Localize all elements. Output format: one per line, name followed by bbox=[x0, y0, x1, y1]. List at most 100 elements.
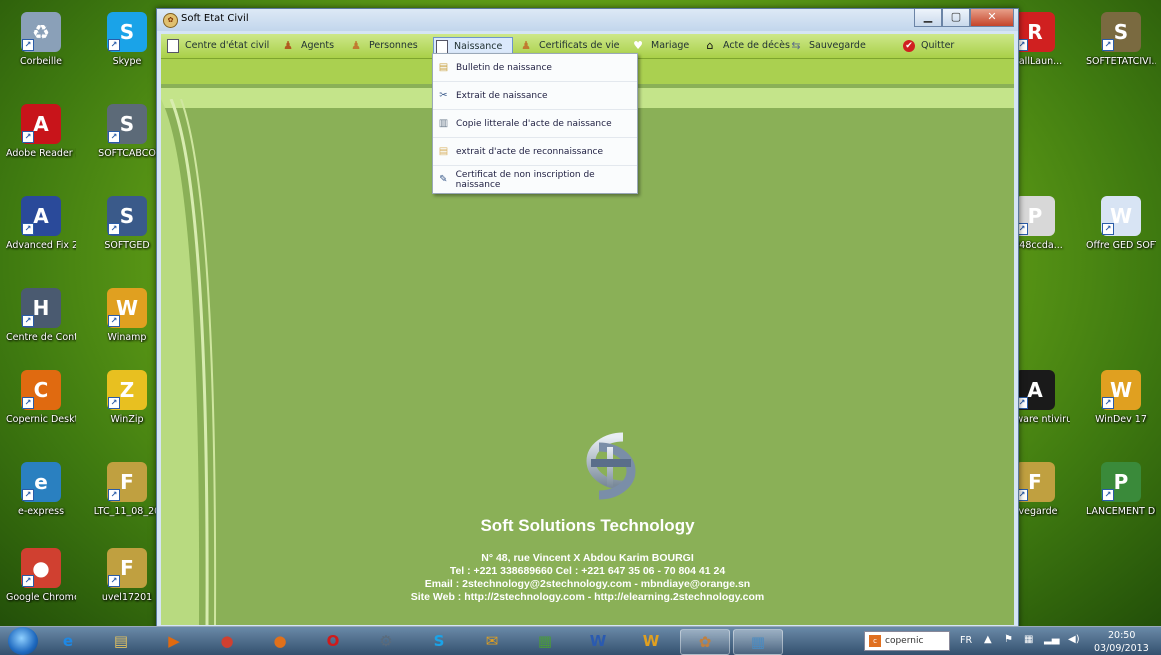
shortcut-arrow-icon: ↗ bbox=[1102, 489, 1114, 501]
opera-icon[interactable]: O bbox=[309, 629, 357, 653]
dropdown-item-extrait-de-naissance[interactable]: ✂ Extrait de naissance bbox=[433, 82, 637, 110]
adobe-reader-icon: A ↗ bbox=[21, 104, 61, 144]
desktop-icon-label: WinDev 17 bbox=[1095, 414, 1147, 425]
folder-icon: F ↗ bbox=[107, 462, 147, 502]
desktop-icon[interactable]: S ↗ Skype bbox=[92, 12, 162, 67]
minimize-button[interactable]: ▁ bbox=[914, 9, 942, 27]
winamp-icon: W ↗ bbox=[107, 288, 147, 328]
app-icon[interactable]: ▦ bbox=[733, 629, 783, 655]
desktop-icon[interactable]: F ↗ LTC_11_08_20 bbox=[92, 462, 162, 517]
company-phone: Tel : +221 338689660 Cel : +221 647 35 0… bbox=[449, 565, 726, 577]
desktop-icon[interactable]: P↗ LANCEMENT DE JEU.mpp bbox=[1086, 462, 1156, 517]
menu-centre-etat-civil[interactable]: Centre d'état civil bbox=[167, 37, 269, 54]
flag-icon[interactable]: ⚑ bbox=[1004, 634, 1013, 645]
volume-icon[interactable]: ◀) bbox=[1068, 634, 1080, 645]
desktop-icon[interactable]: S ↗ SOFTGED bbox=[92, 196, 162, 251]
desktop-icon-label: SOFTETATCIVI... bbox=[1086, 56, 1156, 67]
taskbar: e ▤ ▶ ● ● O ⚙ S ✉ ▦ W W ✿ ▦ c copernic FR ▲ ⚑ ▦ ▂▄ ◀)… bbox=[0, 626, 1161, 655]
non-registration-icon: ✎ bbox=[439, 174, 448, 185]
outlook-icon[interactable]: ✉ bbox=[468, 629, 516, 653]
tray-arrow-icon[interactable]: ▲ bbox=[984, 634, 992, 645]
clock-date[interactable]: 03/09/2013 bbox=[1094, 643, 1149, 654]
company-name: Soft Solutions Technology bbox=[480, 516, 695, 535]
desktop-icon[interactable]: C↗ Copernic Desktop Searc... bbox=[6, 370, 76, 425]
company-logo bbox=[586, 432, 636, 500]
settings-icon[interactable]: ⚙ bbox=[362, 629, 410, 653]
desktop-icon[interactable]: F ↗ uvel17201 bbox=[92, 548, 162, 603]
dropdown-item-extrait-reconnaissance[interactable]: ▤ extrait d'acte de reconnaissance bbox=[433, 138, 637, 166]
e-express-icon: e ↗ bbox=[21, 462, 61, 502]
close-button[interactable]: ✕ bbox=[970, 9, 1014, 27]
maximize-button[interactable]: ▢ bbox=[942, 9, 970, 27]
desktop-icon[interactable]: e ↗ e-express bbox=[6, 462, 76, 517]
softcab-icon: S ↗ bbox=[107, 104, 147, 144]
desktop-icon[interactable]: A↗ Adobe Reader XI bbox=[6, 104, 76, 159]
birth-icon bbox=[436, 39, 448, 54]
desktop-icon-label: Offre GED SOFTGED.docx bbox=[1086, 240, 1156, 251]
naissance-dropdown-menu: ▤ Bulletin de naissance ✂ Extrait de nai… bbox=[432, 53, 638, 194]
network-icon[interactable]: ▦ bbox=[1024, 634, 1033, 645]
language-indicator[interactable]: FR bbox=[960, 635, 972, 646]
menu-certificats-de-vie[interactable]: ♟ Certificats de vie bbox=[519, 37, 619, 54]
desktop-icon[interactable]: S ↗ SOFTETATCIVI... bbox=[1086, 12, 1156, 67]
chrome-icon: ● ↗ bbox=[21, 548, 61, 588]
project-icon[interactable]: ▦ bbox=[521, 629, 569, 653]
dropdown-item-bulletin-de-naissance[interactable]: ▤ Bulletin de naissance bbox=[433, 54, 637, 82]
menu-quitter[interactable]: ✔ Quitter bbox=[903, 37, 954, 54]
desktop-icon-label: WinZip bbox=[110, 414, 144, 425]
menu-agents[interactable]: ♟ Agents bbox=[281, 37, 334, 54]
desktop-icon-label: SOFTGED bbox=[104, 240, 150, 251]
copernic-search-box[interactable]: c copernic bbox=[864, 631, 950, 651]
desktop-icon[interactable]: S ↗ SOFTCABCO bbox=[92, 104, 162, 159]
death-icon: ⌂ bbox=[706, 38, 714, 52]
building-icon bbox=[167, 38, 179, 53]
desktop-icon[interactable]: A↗ Advanced Fix 2013 bbox=[6, 196, 76, 251]
copernic-icon: c bbox=[869, 635, 881, 647]
desktop-icon[interactable]: H↗ Centre de Contrôle H... bbox=[6, 288, 76, 343]
shortcut-arrow-icon: ↗ bbox=[22, 315, 34, 327]
dropdown-item-copie-litterale[interactable]: ▥ Copie litterale d'acte de naissance bbox=[433, 110, 637, 138]
media-player-icon[interactable]: ▶ bbox=[150, 629, 198, 653]
copernic-icon: C ↗ bbox=[21, 370, 61, 410]
window-titlebar[interactable]: ✿ Soft Etat Civil ▁ ▢ ✕ bbox=[157, 9, 1018, 31]
ie-icon[interactable]: e bbox=[44, 629, 92, 653]
firefox-icon[interactable]: ● bbox=[256, 629, 304, 653]
desktop-icon-label: LANCEMENT DE JEU.mpp bbox=[1086, 506, 1156, 517]
dropdown-item-certificat-non-inscription[interactable]: ✎ Certificat de non inscription de naiss… bbox=[433, 166, 637, 193]
recognition-icon: ▤ bbox=[438, 146, 449, 157]
desktop-icon[interactable]: W↗ Offre GED SOFTGED.docx bbox=[1086, 196, 1156, 251]
explorer-icon[interactable]: ▤ bbox=[97, 629, 145, 653]
marriage-icon: ♥ bbox=[633, 38, 643, 52]
menu-mariage[interactable]: ♥ Mariage bbox=[631, 37, 689, 54]
desktop-icon[interactable]: ♻ ↗ Corbeille bbox=[6, 12, 76, 67]
clock-time[interactable]: 20:50 bbox=[1108, 630, 1135, 641]
shortcut-arrow-icon: ↗ bbox=[108, 397, 120, 409]
menu-sauvegarde[interactable]: ⇆ Sauvegarde bbox=[789, 37, 865, 54]
shortcut-arrow-icon: ↗ bbox=[108, 131, 120, 143]
desktop-icon[interactable]: W ↗ WinDev 17 bbox=[1086, 370, 1156, 425]
shortcut-arrow-icon: ↗ bbox=[108, 315, 120, 327]
chrome-icon[interactable]: ● bbox=[203, 629, 251, 653]
word-icon[interactable]: W bbox=[574, 629, 622, 653]
project-file-icon: P ↗ bbox=[1101, 462, 1141, 502]
skype-icon[interactable]: S bbox=[415, 629, 463, 653]
start-button[interactable] bbox=[8, 627, 38, 655]
shortcut-arrow-icon: ↗ bbox=[108, 489, 120, 501]
advanced-fix-icon: A ↗ bbox=[21, 196, 61, 236]
shortcut-arrow-icon: ↗ bbox=[22, 489, 34, 501]
windev-icon[interactable]: W bbox=[627, 629, 675, 653]
copy-icon: ▥ bbox=[438, 118, 449, 129]
menu-personnes[interactable]: ♟ Personnes bbox=[349, 37, 418, 54]
shortcut-arrow-icon: ↗ bbox=[22, 223, 34, 235]
shortcut-arrow-icon: ↗ bbox=[1102, 223, 1114, 235]
pdf-file-icon: P ↗ bbox=[1015, 196, 1055, 236]
shortcut-arrow-icon: ↗ bbox=[1102, 397, 1114, 409]
desktop-icon-label: Centre de Contrôle H... bbox=[6, 332, 76, 343]
certificate-icon: ♟ bbox=[521, 38, 531, 52]
desktop-icon[interactable]: ● ↗ Google Chrome bbox=[6, 548, 76, 603]
desktop-icon[interactable]: W ↗ Winamp bbox=[92, 288, 162, 343]
signal-icon[interactable]: ▂▄ bbox=[1044, 634, 1059, 645]
desktop-icon[interactable]: Z ↗ WinZip bbox=[92, 370, 162, 425]
menu-acte-de-deces[interactable]: ⌂ Acte de décès bbox=[703, 37, 790, 54]
soft-etat-civil-icon[interactable]: ✿ bbox=[680, 629, 730, 655]
